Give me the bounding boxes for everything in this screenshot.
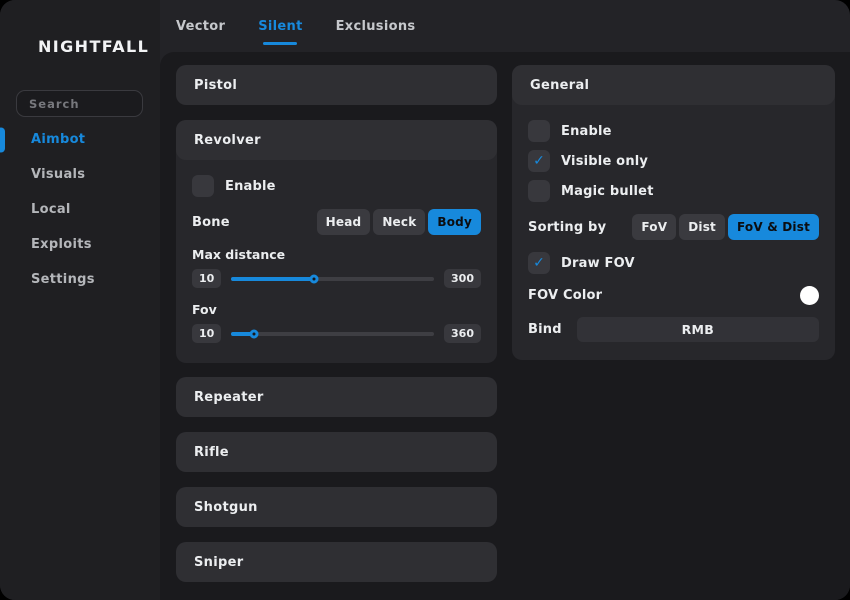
revolver-enable-row: ✓ Enable — [192, 175, 481, 197]
sorting-label: Sorting by — [528, 220, 606, 235]
slider-thumb[interactable] — [310, 274, 319, 283]
revolver-bone-row: Bone Head Neck Body — [192, 209, 481, 235]
bind-key-button[interactable]: RMB — [577, 317, 819, 342]
bind-row: Bind RMB — [528, 317, 819, 342]
tab-vector[interactable]: Vector — [176, 0, 225, 52]
max-distance-label: Max distance — [192, 247, 481, 262]
panel-revolver-header[interactable]: Revolver — [176, 120, 497, 160]
sorting-option-dist[interactable]: Dist — [679, 214, 725, 240]
panel-rifle[interactable]: Rifle — [176, 432, 497, 472]
panel-title: General — [530, 78, 589, 93]
general-enable-checkbox[interactable]: ✓ — [528, 120, 550, 142]
draw-fov-checkbox[interactable]: ✓ — [528, 252, 550, 274]
panel-title: Repeater — [194, 390, 264, 405]
slider-fill — [231, 277, 314, 281]
sidebar-nav: Aimbot Visuals Local Exploits Settings — [0, 122, 160, 297]
panel-revolver-body: ✓ Enable Bone Head Neck Body Max dist — [176, 160, 497, 363]
sidebar-item-label: Local — [31, 202, 71, 217]
bind-label: Bind — [528, 322, 562, 337]
general-enable-label: Enable — [561, 124, 612, 139]
sorting-segmented-control: FoV Dist FoV & Dist — [632, 214, 819, 240]
sidebar-item-label: Visuals — [31, 167, 85, 182]
magic-bullet-label: Magic bullet — [561, 184, 654, 199]
general-column: General ✓ Enable ✓ Visible only — [512, 65, 835, 374]
tab-label: Exclusions — [336, 19, 416, 34]
panel-repeater[interactable]: Repeater — [176, 377, 497, 417]
bone-option-head[interactable]: Head — [317, 209, 371, 235]
sorting-row: Sorting by FoV Dist FoV & Dist — [528, 214, 819, 240]
bind-key-value: RMB — [682, 322, 715, 337]
slider-min-value: 10 — [192, 324, 221, 343]
revolver-enable-label: Enable — [225, 179, 276, 194]
panel-shotgun[interactable]: Shotgun — [176, 487, 497, 527]
visible-only-label: Visible only — [561, 154, 648, 169]
sidebar-item-aimbot[interactable]: Aimbot — [0, 122, 160, 157]
sidebar-item-label: Aimbot — [31, 132, 85, 147]
panel-title: Shotgun — [194, 500, 258, 515]
fov-slider-row: 10 360 — [192, 324, 481, 343]
tab-bar: Vector Silent Exclusions — [176, 0, 415, 52]
sidebar-item-exploits[interactable]: Exploits — [0, 227, 160, 262]
draw-fov-row: ✓ Draw FOV — [528, 252, 819, 274]
tab-exclusions[interactable]: Exclusions — [336, 0, 416, 52]
max-distance-slider-group: Max distance 10 300 — [192, 247, 481, 288]
magic-bullet-checkbox[interactable]: ✓ — [528, 180, 550, 202]
tab-silent[interactable]: Silent — [258, 0, 302, 52]
fov-color-label: FOV Color — [528, 288, 602, 303]
panel-pistol[interactable]: Pistol — [176, 65, 497, 105]
visible-only-checkbox[interactable]: ✓ — [528, 150, 550, 172]
sidebar-item-local[interactable]: Local — [0, 192, 160, 227]
sidebar-item-settings[interactable]: Settings — [0, 262, 160, 297]
slider-max-value: 360 — [444, 324, 481, 343]
bone-label: Bone — [192, 215, 230, 230]
fov-color-row: FOV Color — [528, 286, 819, 305]
bone-option-neck[interactable]: Neck — [373, 209, 425, 235]
bone-option-body[interactable]: Body — [428, 209, 481, 235]
max-distance-slider[interactable] — [231, 277, 434, 281]
panel-sniper[interactable]: Sniper — [176, 542, 497, 582]
search-input[interactable] — [16, 90, 143, 117]
sidebar-item-label: Settings — [31, 272, 95, 287]
fov-label: Fov — [192, 302, 481, 317]
sidebar-item-visuals[interactable]: Visuals — [0, 157, 160, 192]
sidebar: NIGHTFALL Aimbot Visuals Local Exploits … — [0, 0, 160, 600]
panel-title: Rifle — [194, 445, 229, 460]
tab-active-underline — [263, 42, 297, 46]
fov-slider[interactable] — [231, 332, 434, 336]
panel-general: General ✓ Enable ✓ Visible only — [512, 65, 835, 360]
tab-label: Vector — [176, 19, 225, 34]
bone-segmented-control: Head Neck Body — [317, 209, 481, 235]
general-enable-row: ✓ Enable — [528, 120, 819, 142]
panel-general-header[interactable]: General — [512, 65, 835, 105]
app-title: NIGHTFALL — [38, 37, 160, 56]
max-distance-slider-row: 10 300 — [192, 269, 481, 288]
magic-bullet-row: ✓ Magic bullet — [528, 180, 819, 202]
check-icon: ✓ — [533, 154, 545, 168]
panel-revolver: Revolver ✓ Enable Bone Head Neck — [176, 120, 497, 363]
draw-fov-label: Draw FOV — [561, 256, 635, 271]
slider-thumb[interactable] — [249, 329, 258, 338]
panel-title: Sniper — [194, 555, 243, 570]
sorting-option-fov-and-dist[interactable]: FoV & Dist — [728, 214, 819, 240]
panel-title: Revolver — [194, 133, 261, 148]
tab-label: Silent — [258, 19, 302, 34]
panel-title: Pistol — [194, 78, 237, 93]
content-area: Pistol Revolver ✓ Enable Bone — [160, 52, 850, 600]
nightfall-window: NIGHTFALL Aimbot Visuals Local Exploits … — [0, 0, 850, 600]
fov-slider-group: Fov 10 360 — [192, 302, 481, 343]
slider-max-value: 300 — [444, 269, 481, 288]
sidebar-item-label: Exploits — [31, 237, 92, 252]
slider-min-value: 10 — [192, 269, 221, 288]
check-icon: ✓ — [533, 256, 545, 270]
active-indicator — [0, 127, 5, 152]
panel-general-body: ✓ Enable ✓ Visible only ✓ — [512, 105, 835, 360]
weapons-column: Pistol Revolver ✓ Enable Bone — [176, 65, 497, 597]
visible-only-row: ✓ Visible only — [528, 150, 819, 172]
fov-color-swatch[interactable] — [800, 286, 819, 305]
revolver-enable-checkbox[interactable]: ✓ — [192, 175, 214, 197]
sorting-option-fov[interactable]: FoV — [632, 214, 676, 240]
